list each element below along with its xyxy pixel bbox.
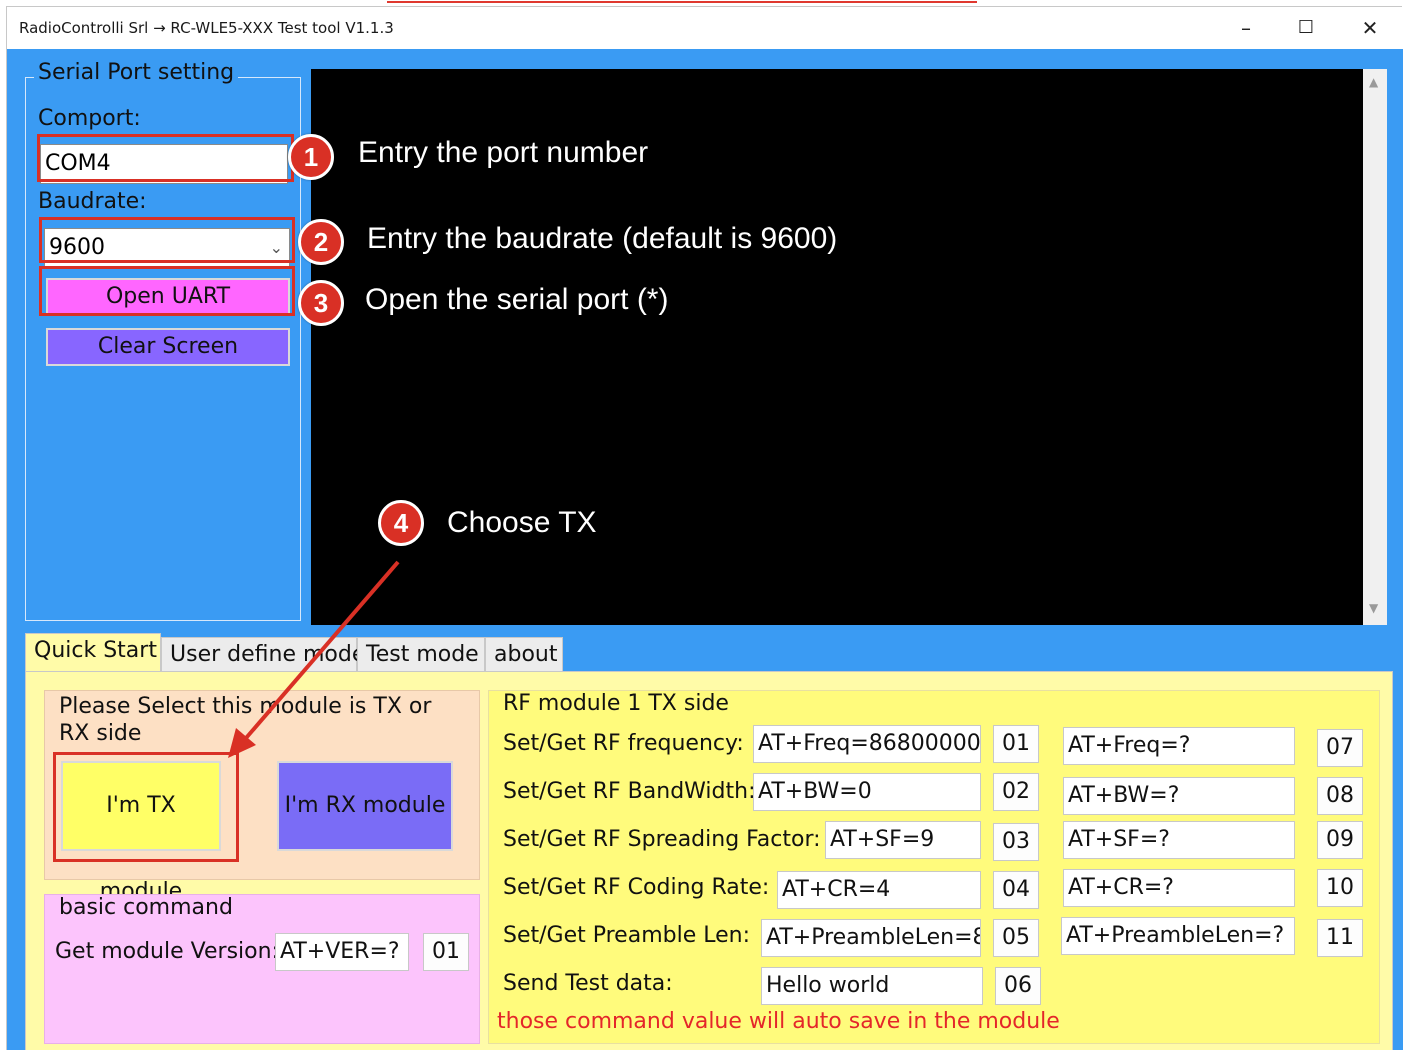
arrow-shaft — [238, 560, 400, 747]
pointer-arrow — [228, 560, 400, 758]
